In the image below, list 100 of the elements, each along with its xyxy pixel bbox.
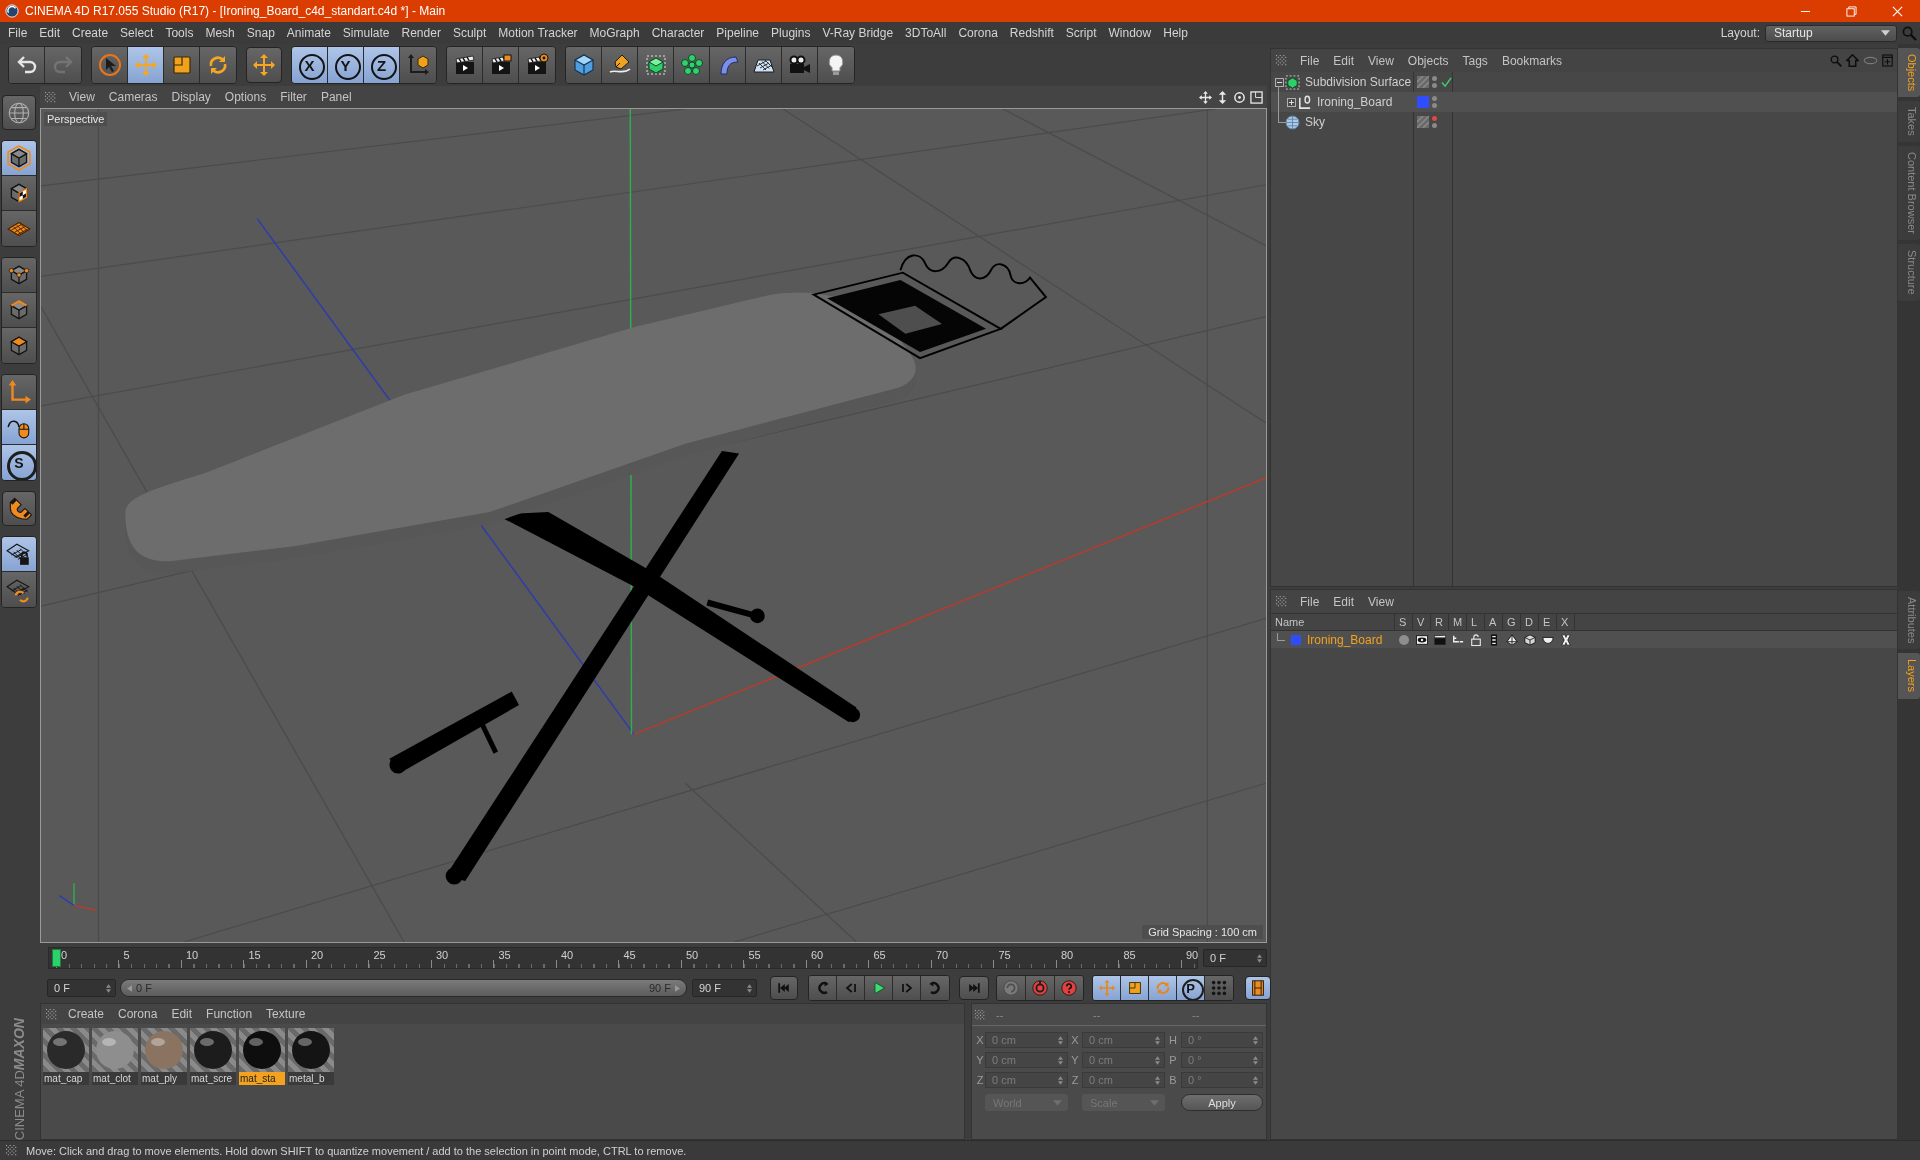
object-manager-menu-item[interactable]: View xyxy=(1361,53,1401,68)
object-manager-menu-item[interactable]: Tags xyxy=(1455,53,1495,68)
column-header[interactable]: D xyxy=(1521,614,1539,630)
play-button[interactable] xyxy=(865,976,893,1000)
key-parameter-button[interactable]: P xyxy=(1177,976,1205,1000)
render-visibility-dot-icon[interactable] xyxy=(1432,83,1437,88)
tool-button[interactable] xyxy=(2,572,36,607)
side-tab[interactable]: Takes xyxy=(1898,101,1920,143)
check-icon[interactable] xyxy=(1441,76,1452,88)
menu-item[interactable]: Simulate xyxy=(336,22,396,44)
tool-button[interactable] xyxy=(2,293,36,328)
key-filter-button[interactable] xyxy=(1121,976,1149,1000)
grip-icon[interactable] xyxy=(6,1145,17,1156)
layer-name[interactable]: Ironing_Board xyxy=(1307,632,1383,647)
keyframe-selection-button[interactable] xyxy=(1055,976,1083,1000)
side-tab[interactable]: Layers xyxy=(1898,653,1920,699)
editor-visibility-dot-icon[interactable] xyxy=(1432,116,1437,121)
menu-item[interactable]: Window xyxy=(1102,22,1158,44)
layout-dropdown[interactable]: Startup xyxy=(1765,24,1897,42)
tool-button[interactable] xyxy=(2,258,36,293)
column-header[interactable]: L xyxy=(1467,614,1485,630)
editor-visibility-dot-icon[interactable] xyxy=(1432,96,1437,101)
material-menu-item[interactable]: Create xyxy=(61,1007,112,1021)
material-name[interactable]: metal_b xyxy=(288,1072,334,1085)
toolbar-button[interactable] xyxy=(602,47,638,83)
next-key-button[interactable] xyxy=(921,976,949,1000)
maximize-icon[interactable] xyxy=(1250,90,1263,104)
menu-item[interactable]: Select xyxy=(114,22,160,44)
object-manager-menu-item[interactable]: Objects xyxy=(1400,53,1456,68)
menu-item[interactable]: Render xyxy=(395,22,447,44)
grip-icon[interactable] xyxy=(1276,596,1287,607)
go-to-end-button[interactable] xyxy=(959,976,989,1000)
layer-manager-menu-item[interactable]: File xyxy=(1293,594,1327,609)
material-menu-item[interactable]: Corona xyxy=(111,1007,165,1021)
column-header[interactable]: M xyxy=(1449,614,1467,630)
render-visibility-dot-icon[interactable] xyxy=(1432,123,1437,128)
object-name[interactable]: Ironing_Board xyxy=(1317,95,1393,109)
side-tab[interactable]: Attributes xyxy=(1898,591,1920,650)
material-menu-item[interactable]: Function xyxy=(199,1007,260,1021)
toolbar-button[interactable] xyxy=(746,47,782,83)
layer-manager-menu-item[interactable]: Edit xyxy=(1326,594,1362,609)
material-menu-item[interactable]: Edit xyxy=(164,1007,200,1021)
previous-frame-button[interactable] xyxy=(837,976,865,1000)
apply-button[interactable]: Apply xyxy=(1181,1094,1263,1111)
tool-button[interactable] xyxy=(2,491,36,526)
next-frame-button[interactable] xyxy=(893,976,921,1000)
stacked-bars-icon[interactable] xyxy=(1488,633,1500,646)
toolbar-button[interactable] xyxy=(483,47,519,83)
x-shape-icon[interactable] xyxy=(1560,633,1572,646)
timeline-button[interactable] xyxy=(1245,976,1271,1000)
viewport-menu-item[interactable]: View xyxy=(62,90,102,104)
wireframe-pyramid-icon[interactable] xyxy=(1506,633,1518,646)
viewport-menu-item[interactable]: Display xyxy=(164,90,218,104)
layer-color-swatch[interactable] xyxy=(1291,634,1301,645)
viewport-menu-item[interactable]: Cameras xyxy=(101,90,165,104)
menu-item[interactable]: Help xyxy=(1157,22,1194,44)
toolbar-button[interactable] xyxy=(447,47,483,83)
toolbar-button[interactable] xyxy=(92,47,128,83)
column-header[interactable]: R xyxy=(1431,614,1449,630)
material-name[interactable]: mat_ply xyxy=(141,1072,187,1085)
side-tab[interactable]: Content Browser xyxy=(1898,146,1920,240)
viewport-menu-item[interactable]: Options xyxy=(217,90,274,104)
tool-button[interactable] xyxy=(2,95,36,130)
toolbar-button[interactable] xyxy=(674,47,710,83)
menu-item[interactable]: Script xyxy=(1059,22,1103,44)
object-manager-menu-item[interactable]: File xyxy=(1293,53,1327,68)
snap-button[interactable]: S xyxy=(2,445,36,480)
menu-item[interactable]: Plugins xyxy=(765,22,817,44)
toolbar-button[interactable] xyxy=(818,47,854,83)
record-key-button[interactable] xyxy=(997,976,1026,1000)
object-name[interactable]: Sky xyxy=(1305,115,1325,129)
menu-item[interactable]: Edit xyxy=(33,22,67,44)
toolbar-button[interactable] xyxy=(519,47,555,83)
column-header[interactable]: E xyxy=(1539,614,1557,630)
axis-lock-button[interactable]: X xyxy=(292,47,328,83)
column-header[interactable]: Name xyxy=(1271,614,1395,630)
column-header[interactable]: S xyxy=(1395,614,1413,630)
go-to-start-button[interactable] xyxy=(770,976,798,1000)
clapperboard-icon[interactable] xyxy=(1434,633,1446,646)
menu-item[interactable]: Tools xyxy=(159,22,200,44)
axis-lock-button[interactable]: Y xyxy=(328,47,364,83)
menu-item[interactable]: Create xyxy=(66,22,115,44)
toolbar-button[interactable] xyxy=(638,47,674,83)
material-menu-item[interactable]: Texture xyxy=(259,1007,313,1021)
menu-item[interactable]: Motion Tracker xyxy=(492,22,584,44)
expand-box-icon[interactable] xyxy=(1286,97,1296,107)
tool-button[interactable] xyxy=(2,328,36,363)
material-name[interactable]: mat_sta xyxy=(239,1072,285,1085)
current-frame-field[interactable]: 0 F xyxy=(1203,949,1267,967)
up-down-arrows-icon[interactable] xyxy=(1216,90,1229,104)
object-name[interactable]: Subdivision Surface xyxy=(1305,75,1412,89)
object-manager-menu-item[interactable]: Edit xyxy=(1326,53,1362,68)
layer-manager-menu-item[interactable]: View xyxy=(1361,594,1401,609)
toolbar-button[interactable] xyxy=(246,47,282,83)
menu-item[interactable]: Pipeline xyxy=(710,22,766,44)
autokey-button[interactable] xyxy=(1026,976,1055,1000)
rotate-icon[interactable] xyxy=(1233,90,1246,104)
menu-item[interactable]: Redshift xyxy=(1003,22,1060,44)
toolbar-button[interactable] xyxy=(164,47,200,83)
toolbar-button[interactable] xyxy=(9,47,45,83)
